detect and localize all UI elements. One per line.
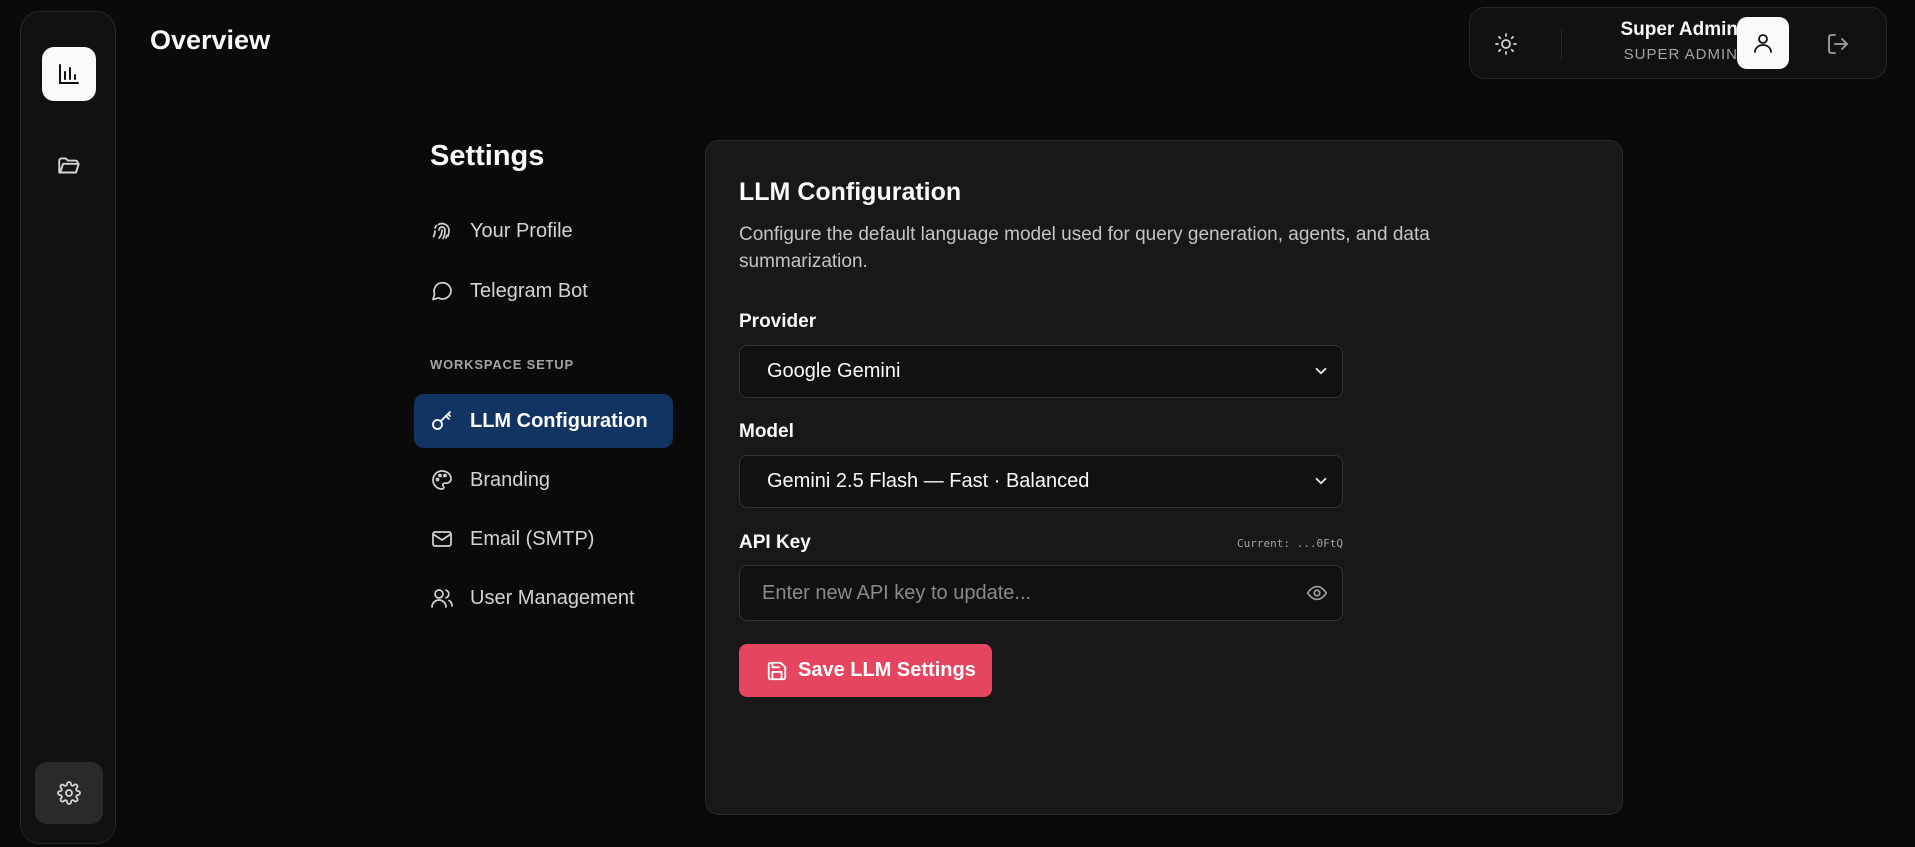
rail-files-button[interactable] <box>42 139 96 193</box>
chevron-down-icon <box>1315 367 1327 375</box>
model-label: Model <box>739 421 794 442</box>
user-role: SUPER ADMIN <box>1623 46 1738 63</box>
theme-toggle-button[interactable] <box>1492 30 1520 58</box>
settings-nav-telegram-bot[interactable]: Telegram Bot <box>414 264 673 318</box>
section-label: WORKSPACE SETUP <box>430 357 574 372</box>
folder-open-icon <box>58 157 80 174</box>
logout-button[interactable] <box>1822 28 1854 60</box>
nav-label: User Management <box>470 586 635 609</box>
nav-label: Email (SMTP) <box>470 527 595 550</box>
provider-select[interactable]: Google Gemini <box>739 345 1343 398</box>
page-title: Overview <box>150 25 271 55</box>
nav-label: LLM Configuration <box>470 409 648 432</box>
nav-label: Telegram Bot <box>470 279 588 302</box>
provider-label: Provider <box>739 311 817 332</box>
eye-icon[interactable] <box>1306 582 1328 604</box>
logout-icon <box>1828 34 1848 54</box>
settings-nav-your-profile[interactable]: Your Profile <box>414 204 673 258</box>
chevron-down-icon <box>1315 477 1327 485</box>
message-circle-icon <box>432 281 452 301</box>
bar-chart-icon <box>59 64 79 84</box>
settings-nav-llm-configuration[interactable]: LLM Configuration <box>414 394 673 448</box>
left-rail <box>20 11 116 844</box>
settings-nav-branding[interactable]: Branding <box>414 453 673 507</box>
nav-label: Your Profile <box>470 219 573 242</box>
api-key-label: API Key <box>739 532 811 553</box>
nav-label: Branding <box>470 468 551 491</box>
model-value: Gemini 2.5 Flash — Fast · Balanced <box>767 470 1090 492</box>
user-name: Super Admin <box>1620 19 1738 40</box>
user-icon <box>1754 34 1772 53</box>
card-title: LLM Configuration <box>739 178 962 206</box>
rail-overview-button[interactable] <box>42 47 96 101</box>
model-select[interactable]: Gemini 2.5 Flash — Fast · Balanced <box>739 455 1343 508</box>
divider <box>1561 30 1562 60</box>
mail-icon <box>432 531 452 547</box>
settings-title: Settings <box>430 140 545 172</box>
save-button-label: Save LLM Settings <box>798 659 976 681</box>
sun-icon <box>1495 33 1517 55</box>
fingerprint-icon <box>432 222 450 240</box>
save-llm-settings-button[interactable]: Save LLM Settings <box>739 644 992 697</box>
save-icon <box>767 661 787 680</box>
rail-settings-button[interactable] <box>35 762 103 824</box>
api-key-current: Current: ...0FtQ <box>1237 537 1343 550</box>
llm-config-card: LLM Configuration Configure the default … <box>705 140 1623 815</box>
key-icon <box>432 411 451 430</box>
users-icon <box>431 589 453 608</box>
api-key-input[interactable] <box>740 566 1280 620</box>
settings-nav-email-smtp[interactable]: Email (SMTP) <box>414 512 673 566</box>
avatar[interactable] <box>1737 17 1789 69</box>
palette-icon <box>432 470 452 490</box>
user-bar: Super Admin SUPER ADMIN <box>1469 7 1887 79</box>
api-key-field <box>739 565 1343 621</box>
settings-nav-user-management[interactable]: User Management <box>414 571 673 625</box>
provider-value: Google Gemini <box>767 360 901 382</box>
card-description: Configure the default language model use… <box>739 224 1430 272</box>
gear-icon <box>57 781 81 805</box>
